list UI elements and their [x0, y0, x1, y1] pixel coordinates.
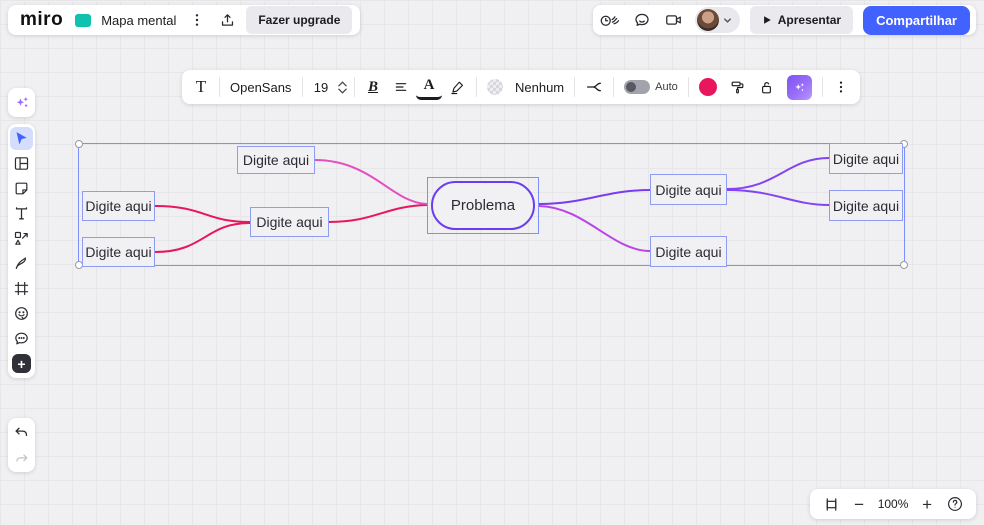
- font-size-stepper[interactable]: [336, 80, 349, 94]
- present-button[interactable]: Apresentar: [749, 6, 854, 34]
- share-button[interactable]: Compartilhar: [863, 5, 970, 35]
- toolbar-divider: [574, 77, 576, 97]
- ai-assist-icon[interactable]: [10, 91, 33, 114]
- toggle-switch[interactable]: [624, 80, 651, 94]
- add-more-tools-button[interactable]: +: [12, 354, 31, 373]
- stepper-up-icon[interactable]: [338, 80, 347, 87]
- templates-tool[interactable]: [10, 152, 33, 175]
- board-menu-kebab-icon[interactable]: [186, 9, 208, 31]
- top-left-bar: miro Mapa mental Fazer upgrade: [8, 5, 361, 35]
- mindmap-node-top-left[interactable]: Digite aqui: [237, 146, 315, 174]
- mindmap-center-selection: Problema: [427, 177, 539, 234]
- copy-style-button[interactable]: [724, 74, 751, 100]
- branch-style-button[interactable]: [580, 74, 608, 100]
- selection-handle-bottom-right[interactable]: [900, 261, 908, 269]
- comment-tool[interactable]: [10, 327, 33, 350]
- toolbar-divider: [687, 77, 689, 97]
- user-avatar: [696, 9, 719, 31]
- top-right-bar: Apresentar Compartilhar: [592, 5, 976, 35]
- video-chat-icon[interactable]: [663, 9, 685, 31]
- shapes-tool[interactable]: [10, 227, 33, 250]
- lock-button[interactable]: [753, 74, 780, 100]
- mindmap-node-mid-left[interactable]: Digite aqui: [250, 207, 329, 237]
- branch-color-swatch: [698, 78, 717, 96]
- sticker-tool[interactable]: [10, 302, 33, 325]
- sidebar-toolbar: +: [8, 124, 35, 378]
- font-size-value[interactable]: 19: [308, 74, 334, 100]
- mindmap-node-left-1[interactable]: Digite aqui: [82, 191, 155, 221]
- miro-board-canvas[interactable]: Digite aqui Digite aqui Digite aqui Digi…: [0, 0, 984, 525]
- format-toolbar: T OpenSans 19 B A Nenhum Auto: [182, 70, 860, 104]
- toolbar-divider: [219, 77, 220, 97]
- mindmap-node-left-2[interactable]: Digite aqui: [82, 237, 155, 267]
- reactions-icon[interactable]: [599, 9, 621, 31]
- fit-to-screen-icon[interactable]: [820, 493, 842, 515]
- mindmap-node-mid-right-upper[interactable]: Digite aqui: [650, 174, 727, 205]
- no-fill-swatch: [487, 79, 503, 95]
- zoom-out-button[interactable]: −: [854, 496, 864, 513]
- miro-logo[interactable]: miro: [16, 9, 67, 31]
- board-title[interactable]: Mapa mental: [99, 13, 178, 28]
- font-family-dropdown[interactable]: OpenSans: [225, 74, 297, 100]
- upgrade-button[interactable]: Fazer upgrade: [246, 6, 353, 34]
- mindmap-center-node[interactable]: Problema: [431, 181, 535, 230]
- zoom-level[interactable]: 100%: [876, 497, 910, 511]
- mindmap-node-mid-right-lower[interactable]: Digite aqui: [650, 236, 727, 267]
- undo-icon[interactable]: [10, 421, 33, 444]
- align-icon: [395, 83, 407, 91]
- toolbar-divider: [354, 77, 355, 97]
- toolbar-divider: [613, 77, 615, 97]
- ai-sparkle-icon: [795, 82, 804, 91]
- zoom-in-button[interactable]: +: [922, 496, 932, 513]
- branch-style-icon: [587, 82, 602, 92]
- present-button-label: Apresentar: [777, 13, 842, 27]
- sidebar-history: [8, 418, 35, 472]
- highlighter-icon: [451, 81, 464, 94]
- kebab-menu-icon: [839, 81, 842, 93]
- text-tool[interactable]: [10, 202, 33, 225]
- lock-open-icon: [761, 81, 771, 93]
- border-style-dropdown[interactable]: Nenhum: [510, 74, 569, 100]
- toolbar-divider: [302, 77, 303, 97]
- sidebar-ai-card: [8, 88, 35, 117]
- toolbar-divider: [821, 77, 823, 97]
- redo-icon: [10, 446, 33, 469]
- text-style-button[interactable]: T: [188, 74, 214, 100]
- select-tool[interactable]: [10, 127, 33, 150]
- paint-roller-icon: [731, 81, 744, 93]
- ai-actions-button[interactable]: [782, 74, 817, 100]
- bold-button[interactable]: B: [360, 74, 386, 100]
- export-icon[interactable]: [216, 9, 238, 31]
- pen-tool[interactable]: [10, 252, 33, 275]
- board-icon: [75, 13, 92, 27]
- account-menu[interactable]: [694, 7, 740, 33]
- text-color-button[interactable]: A: [416, 74, 442, 100]
- more-options-button[interactable]: [828, 74, 854, 100]
- play-icon: [763, 16, 771, 24]
- mindmap-node-right-1[interactable]: Digite aqui: [829, 143, 903, 174]
- help-icon[interactable]: [944, 493, 966, 515]
- auto-layout-toggle[interactable]: Auto: [619, 74, 683, 100]
- selection-handle-top-left[interactable]: [75, 140, 83, 148]
- highlight-button[interactable]: [444, 74, 471, 100]
- auto-toggle-label: Auto: [655, 81, 678, 93]
- zoom-controls: − 100% +: [810, 489, 976, 519]
- stepper-down-icon[interactable]: [338, 88, 347, 94]
- frame-tool[interactable]: [10, 277, 33, 300]
- toolbar-divider: [476, 77, 477, 97]
- align-button[interactable]: [388, 74, 414, 100]
- branch-color-button[interactable]: [694, 74, 722, 100]
- sticky-note-tool[interactable]: [10, 177, 33, 200]
- chevron-down-icon: [723, 17, 731, 23]
- mindmap-node-right-2[interactable]: Digite aqui: [829, 190, 903, 221]
- comments-icon[interactable]: [631, 9, 653, 31]
- fill-color-button[interactable]: [482, 74, 508, 100]
